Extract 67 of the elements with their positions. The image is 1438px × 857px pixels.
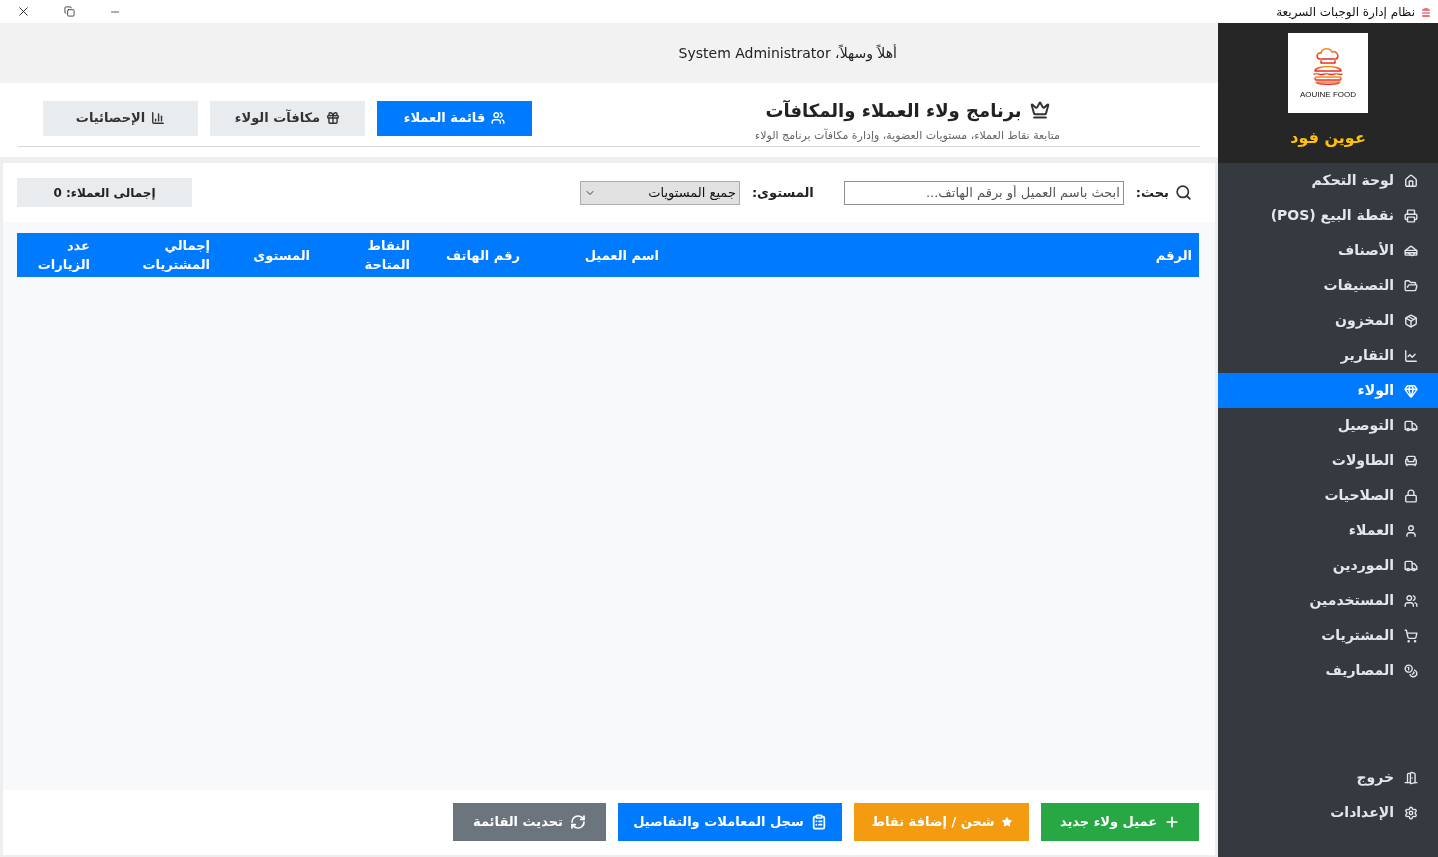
sidebar-item[interactable]: الصلاحيات xyxy=(1218,478,1438,513)
star-icon xyxy=(1001,817,1012,827)
greeting-text: أهلاً وسهلاً، System Administrator xyxy=(678,43,897,64)
app-icon xyxy=(1420,5,1432,18)
crown-icon xyxy=(1029,100,1050,121)
clipboard-icon xyxy=(810,814,827,830)
page-subtitle: متابعة نقاط العملاء، مستويات العضوية، وإدارة مكافآت برنامج الولاء xyxy=(755,127,1060,144)
sidebar-item[interactable]: الولاء xyxy=(1218,373,1438,408)
column-header: المستوى xyxy=(253,246,310,265)
door-icon xyxy=(1404,770,1418,785)
restore-icon xyxy=(63,6,75,17)
logo-text: AOUINE FOOD xyxy=(1300,91,1356,99)
sidebar-item[interactable]: الأصناف xyxy=(1218,233,1438,268)
sidebar-item[interactable]: المستخدمين xyxy=(1218,583,1438,618)
sidebar-item[interactable]: الإعدادات xyxy=(1218,795,1438,830)
cart-icon xyxy=(1404,628,1418,643)
gift-icon xyxy=(326,111,341,125)
level-select[interactable]: جميع المستويات xyxy=(579,180,740,205)
sidebar-item[interactable]: خروج xyxy=(1218,760,1438,795)
tab[interactable]: مكافآت الولاء xyxy=(210,100,365,136)
bar-chart-icon xyxy=(151,111,166,125)
truck-icon xyxy=(1404,558,1418,573)
settings-icon xyxy=(1404,805,1418,820)
action-button[interactable]: سجل المعاملات والتفاصيل xyxy=(618,803,842,841)
chart-icon xyxy=(1404,348,1418,363)
truck-icon xyxy=(1404,418,1418,433)
search-icon xyxy=(1175,184,1192,201)
house-icon xyxy=(1404,173,1418,188)
column-header: إجمالي المشتريات xyxy=(142,237,210,274)
chef-burger-icon xyxy=(1311,47,1345,87)
sidebar-item[interactable]: الموردين xyxy=(1218,548,1438,583)
sidebar-item[interactable]: المشتريات xyxy=(1218,618,1438,653)
sidebar-item[interactable]: المخزون xyxy=(1218,303,1438,338)
chair-icon xyxy=(1404,453,1418,468)
lock-icon xyxy=(1404,488,1418,503)
sidebar-item[interactable]: المصاريف xyxy=(1218,653,1438,688)
column-header: اسم العميل xyxy=(584,246,659,265)
level-label: المستوى: xyxy=(751,183,814,202)
sidebar-item[interactable]: التصنيفات xyxy=(1218,268,1438,303)
refresh-icon xyxy=(570,814,586,830)
search-label: بحث: xyxy=(1135,183,1169,202)
printer-icon xyxy=(1404,208,1418,223)
users-icon xyxy=(491,111,506,125)
brand-name: عوين فود xyxy=(1290,127,1366,149)
sidebar-item[interactable]: الطاولات xyxy=(1218,443,1438,478)
box-icon xyxy=(1404,313,1418,328)
sidebar-item[interactable]: لوحة التحكم xyxy=(1218,163,1438,198)
sidebar-item[interactable]: نقطة البيع (POS) xyxy=(1218,198,1438,233)
tab[interactable]: الإحصائيات xyxy=(43,100,198,136)
column-header: الرقم xyxy=(1155,246,1192,265)
total-customers: إجمالى العملاء: 0 xyxy=(17,178,192,207)
window-title: نظام إدارة الوجبات السريعة xyxy=(1276,3,1415,21)
sidebar-item[interactable]: التوصيل xyxy=(1218,408,1438,443)
tab[interactable]: قائمة العملاء xyxy=(377,100,532,136)
coins-icon xyxy=(1404,663,1418,678)
action-button[interactable]: تحديث القائمة xyxy=(453,803,606,841)
sandwich-icon xyxy=(1404,243,1418,258)
column-header: عدد الزيارات xyxy=(37,237,90,274)
column-header: رقم الهاتف xyxy=(446,246,520,265)
sidebar-item[interactable]: العملاء xyxy=(1218,513,1438,548)
users-icon xyxy=(1404,593,1418,608)
gem-icon xyxy=(1404,383,1418,398)
sidebar-item[interactable]: التقارير xyxy=(1218,338,1438,373)
page-title: برنامج ولاء العملاء والمكافآت xyxy=(765,98,1022,124)
column-header: النقاط المتاحة xyxy=(364,237,410,274)
folder-icon xyxy=(1404,278,1418,293)
user-icon xyxy=(1404,523,1418,538)
